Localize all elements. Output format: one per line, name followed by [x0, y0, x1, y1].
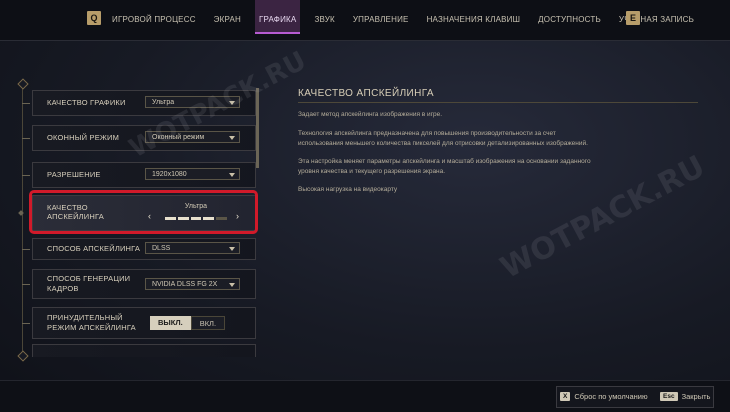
reset-label: Сброс по умолчанию [574, 391, 648, 401]
description-divider [298, 102, 698, 103]
description-paragraph-3: Эта настройка меняет параметры апскейлин… [298, 158, 591, 175]
tab-accessibility[interactable]: ДОСТУПНОСТЬ [538, 0, 601, 32]
prev-tab-key[interactable]: Q [87, 11, 101, 25]
tab-controls[interactable]: УПРАВЛЕНИЕ [353, 0, 409, 32]
setting-row-frame-generation[interactable]: СПОСОБ ГЕНЕРАЦИИ КАДРОВ NVIDIA DLSS FG 2… [22, 269, 256, 299]
setting-label: ОКОННЫЙ РЕЖИМ [47, 133, 120, 142]
description-title: КАЧЕСТВО АПСКЕЙЛИНГА [298, 88, 434, 99]
setting-row-forced-upscaling[interactable]: ПРИНУДИТЕЛЬНЫЙ РЕЖИМ АПСКЕЙЛИНГА ВЫКЛ. В… [22, 307, 256, 339]
row-connector [22, 175, 30, 176]
dropdown-value: DLSS [152, 245, 171, 252]
resolution-dropdown[interactable]: 1920x1080 [145, 168, 240, 180]
tab-keybindings[interactable]: НАЗНАЧЕНИЯ КЛАВИШ [427, 0, 521, 32]
toggle-off-option[interactable]: ВЫКЛ. [150, 316, 191, 330]
reset-defaults-button[interactable]: X Сброс по умолчанию [560, 388, 648, 404]
highlight-outline [29, 190, 258, 234]
frame-generation-dropdown[interactable]: NVIDIA DLSS FG 2X [145, 278, 240, 290]
setting-row-next-partial[interactable] [32, 344, 256, 357]
description-paragraph-1: Задает метод апскейлинга изображения в и… [298, 111, 443, 118]
forced-upscaling-toggle: ВЫКЛ. ВКЛ. [150, 316, 226, 330]
tab-strip: ИГРОВОЙ ПРОЦЕСС ЭКРАН ГРАФИКА ЗВУК УПРАВ… [112, 0, 712, 40]
setting-label: КАЧЕСТВО ГРАФИКИ [47, 98, 126, 107]
row-connector [22, 284, 30, 285]
setting-row-upscaling-method[interactable]: СПОСОБ АПСКЕЙЛИНГА DLSS [22, 238, 256, 260]
reset-key-icon: X [560, 391, 571, 401]
row-connector [22, 138, 30, 139]
close-label: Закрыть [681, 391, 711, 401]
tab-graphics[interactable]: ГРАФИКА [255, 0, 301, 34]
row-connector [22, 249, 30, 250]
setting-label-line1: ПРИНУДИТЕЛЬНЫЙ [47, 313, 123, 322]
description-paragraph-4: Высокая нагрузка на видеокарту [298, 186, 398, 193]
next-tab-key[interactable]: E [626, 11, 640, 25]
setting-label-line2: КАДРОВ [47, 284, 79, 293]
tab-screen[interactable]: ЭКРАН [214, 0, 241, 32]
setting-label: РАЗРЕШЕНИЕ [47, 170, 101, 179]
chevron-down-icon [229, 173, 235, 177]
chevron-down-icon [229, 136, 235, 140]
chevron-down-icon [229, 247, 235, 251]
close-button[interactable]: Esc Закрыть [660, 388, 710, 404]
row-connector [22, 103, 30, 104]
upscaling-method-dropdown[interactable]: DLSS [145, 242, 240, 254]
top-navigation-bar: Q ИГРОВОЙ ПРОЦЕСС ЭКРАН ГРАФИКА ЗВУК УПР… [0, 0, 730, 41]
escape-key-icon: Esc [660, 391, 678, 401]
setting-row-resolution[interactable]: РАЗРЕШЕНИЕ 1920x1080 [22, 162, 256, 188]
setting-label-line1: СПОСОБ ГЕНЕРАЦИИ [47, 274, 131, 283]
chevron-down-icon [229, 283, 235, 287]
dropdown-value: Ультра [152, 99, 175, 106]
tab-sound[interactable]: ЗВУК [314, 0, 334, 32]
toggle-on-option[interactable]: ВКЛ. [190, 316, 226, 330]
setting-label-line2: РЕЖИМ АПСКЕЙЛИНГА [47, 323, 136, 332]
row-connector [22, 323, 30, 324]
dropdown-value: NVIDIA DLSS FG 2X [152, 281, 218, 288]
tab-gameplay[interactable]: ИГРОВОЙ ПРОЦЕСС [112, 0, 196, 32]
description-paragraph-2: Технология апскейлинга предназначена для… [298, 130, 588, 147]
setting-label: СПОСОБ АПСКЕЙЛИНГА [47, 244, 141, 253]
dropdown-value: 1920x1080 [152, 171, 187, 178]
